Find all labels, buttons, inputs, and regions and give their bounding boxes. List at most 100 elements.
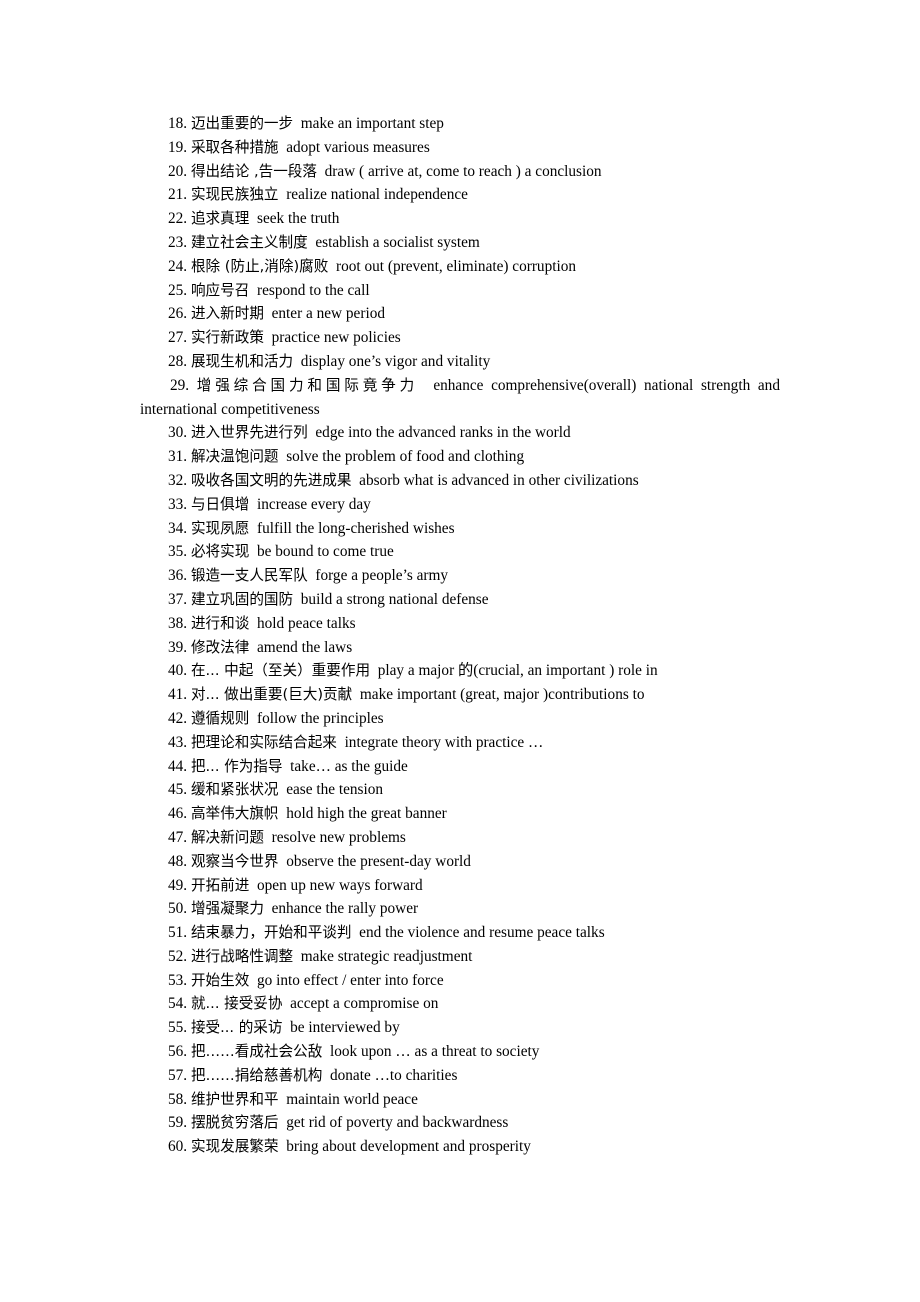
entry-chinese-term: 就... 接受妥协 — [190, 995, 283, 1013]
entry-separator — [264, 305, 272, 322]
vocabulary-entry: 34. 实现夙愿 fulfill the long-cherished wish… — [140, 517, 780, 541]
entry-separator — [282, 1019, 290, 1036]
vocabulary-entry: 18. 迈出重要的一步 make an important step — [140, 112, 780, 136]
entry-english-translation: absorb what is advanced in other civiliz… — [359, 471, 639, 489]
entry-number: 60. — [168, 1138, 188, 1156]
entry-english-translation: make strategic readjustment — [300, 947, 473, 965]
entry-english-translation: root out (prevent, eliminate) corruption — [336, 257, 577, 275]
vocabulary-entry: 41. 对... 做出重要(巨大)贡献 make important (grea… — [140, 683, 780, 707]
entry-number: 49. — [168, 876, 188, 894]
entry-number: 54. — [168, 995, 188, 1013]
entry-number: 41. — [168, 686, 188, 704]
vocabulary-entry: 19. 采取各种措施 adopt various measures — [140, 136, 780, 160]
entry-english-translation: accept a compromise on — [290, 995, 439, 1013]
entry-separator — [249, 639, 257, 656]
entry-english-translation: fulfill the long-cherished wishes — [257, 519, 455, 537]
entry-number: 58. — [168, 1090, 188, 1108]
entry-separator — [293, 591, 301, 608]
vocabulary-entry: 56. 把……看成社会公敌 look upon … as a threat to… — [140, 1040, 780, 1064]
entry-chinese-term: 遵循规则 — [190, 709, 250, 727]
entry-chinese-term: 实现发展繁荣 — [190, 1138, 279, 1156]
entry-chinese-term: 增强凝聚力 — [190, 900, 264, 918]
entry-number: 37. — [168, 590, 188, 608]
entry-english-translation: edge into the advanced ranks in the worl… — [315, 424, 571, 442]
entry-chinese-term: 在... 中起（至关）重要作用 — [190, 662, 371, 680]
entry-separator — [337, 734, 345, 751]
entry-separator — [293, 115, 301, 132]
vocabulary-entry: 20. 得出结论 ,告一段落 draw ( arrive at, come to… — [140, 160, 780, 184]
entry-chinese-term: 与日俱增 — [190, 495, 250, 513]
entry-chinese-term: 把理论和实际结合起来 — [190, 733, 337, 751]
vocabulary-entry: 49. 开拓前进 open up new ways forward — [140, 874, 780, 898]
entry-separator — [322, 1067, 330, 1084]
vocabulary-entry: 23. 建立社会主义制度 establish a socialist syste… — [140, 231, 780, 255]
entry-separator — [249, 615, 257, 632]
vocabulary-entry: 28. 展现生机和活力 display one’s vigor and vita… — [140, 350, 780, 374]
vocabulary-entry: 51. 结束暴力，开始和平谈判 end the violence and res… — [140, 921, 780, 945]
entry-chinese-term: 进行战略性调整 — [190, 947, 294, 965]
entry-chinese-term: 实行新政策 — [190, 329, 264, 347]
entry-number: 44. — [168, 757, 188, 775]
vocabulary-entry: 45. 缓和紧张状况 ease the tension — [140, 778, 780, 802]
entry-separator — [249, 710, 257, 727]
entry-english-translation: be bound to come true — [257, 543, 394, 561]
entry-english-translation: donate …to charities — [329, 1066, 458, 1084]
entry-number: 39. — [168, 638, 188, 656]
entry-chinese-term: 响应号召 — [190, 281, 250, 299]
entry-english-translation: realize national independence — [286, 186, 468, 204]
entry-separator — [264, 329, 272, 346]
vocabulary-entry: 31. 解决温饱问题 solve the problem of food and… — [140, 445, 780, 469]
entry-number: 33. — [168, 495, 188, 513]
entry-english-translation: enhance the rally power — [271, 900, 419, 918]
entry-number: 38. — [168, 614, 188, 632]
entry-english-translation: get rid of poverty and backwardness — [286, 1114, 509, 1132]
entry-chinese-term: 建立社会主义制度 — [190, 233, 308, 251]
vocabulary-entry: 43. 把理论和实际结合起来 integrate theory with pra… — [140, 731, 780, 755]
entry-chinese-term: 维护世界和平 — [190, 1090, 279, 1108]
entry-chinese-term: 吸收各国文明的先进成果 — [190, 471, 352, 489]
entry-number: 25. — [168, 281, 188, 299]
entry-chinese-term: 缓和紧张状况 — [190, 781, 279, 799]
entry-separator — [249, 877, 257, 894]
entry-english-translation: hold peace talks — [257, 614, 356, 632]
entry-number: 28. — [168, 352, 188, 370]
vocabulary-entry: 50. 增强凝聚力 enhance the rally power — [140, 897, 780, 921]
entry-number: 55. — [168, 1019, 188, 1037]
entry-number: 48. — [168, 852, 188, 870]
vocabulary-entry: 36. 锻造一支人民军队 forge a people’s army — [140, 564, 780, 588]
entry-chinese-term: 观察当今世界 — [190, 852, 279, 870]
vocabulary-list: 18. 迈出重要的一步 make an important step 19. 采取… — [140, 112, 780, 1159]
entry-chinese-term: 把……看成社会公敌 — [190, 1043, 323, 1061]
vocabulary-entry: 40. 在... 中起（至关）重要作用 play a major 的(cruci… — [140, 659, 780, 683]
entry-chinese-term: 修改法律 — [190, 638, 250, 656]
entry-separator — [418, 377, 433, 394]
entry-english-translation: practice new policies — [271, 329, 401, 347]
vocabulary-entry: 54. 就... 接受妥协 accept a compromise on — [140, 992, 780, 1016]
entry-english-translation: adopt various measures — [286, 138, 430, 156]
entry-chinese-term: 追求真理 — [190, 210, 250, 228]
entry-number: 32. — [168, 471, 188, 489]
entry-number: 53. — [168, 971, 188, 989]
entry-chinese-term: 对... 做出重要(巨大)贡献 — [190, 686, 353, 704]
entry-separator — [352, 472, 360, 489]
entry-chinese-term: 开拓前进 — [190, 876, 250, 894]
entry-separator — [370, 662, 378, 679]
entry-separator — [352, 924, 360, 941]
entry-english-translation: enter a new period — [271, 305, 385, 323]
vocabulary-entry: 59. 摆脱贫穷落后 get rid of poverty and backwa… — [140, 1111, 780, 1135]
entry-chinese-term: 实现民族独立 — [190, 186, 279, 204]
vocabulary-entry: 32. 吸收各国文明的先进成果 absorb what is advanced … — [140, 469, 780, 493]
entry-number: 31. — [168, 448, 188, 466]
entry-english-translation: go into effect / enter into force — [257, 971, 444, 989]
vocabulary-entry: 33. 与日俱增 increase every day — [140, 493, 780, 517]
document-page: 18. 迈出重要的一步 make an important step 19. 采取… — [0, 0, 920, 1302]
entry-chinese-term: 接受... 的采访 — [190, 1019, 283, 1037]
entry-chinese-term: 实现夙愿 — [190, 519, 250, 537]
entry-separator — [317, 163, 325, 180]
vocabulary-entry: 30. 进入世界先进行列 edge into the advanced rank… — [140, 421, 780, 445]
entry-chinese-term: 必将实现 — [190, 543, 250, 561]
entry-number: 47. — [168, 828, 188, 846]
vocabulary-entry: 26. 进入新时期 enter a new period — [140, 302, 780, 326]
entry-separator — [249, 543, 257, 560]
entry-chinese-term: 展现生机和活力 — [190, 352, 294, 370]
